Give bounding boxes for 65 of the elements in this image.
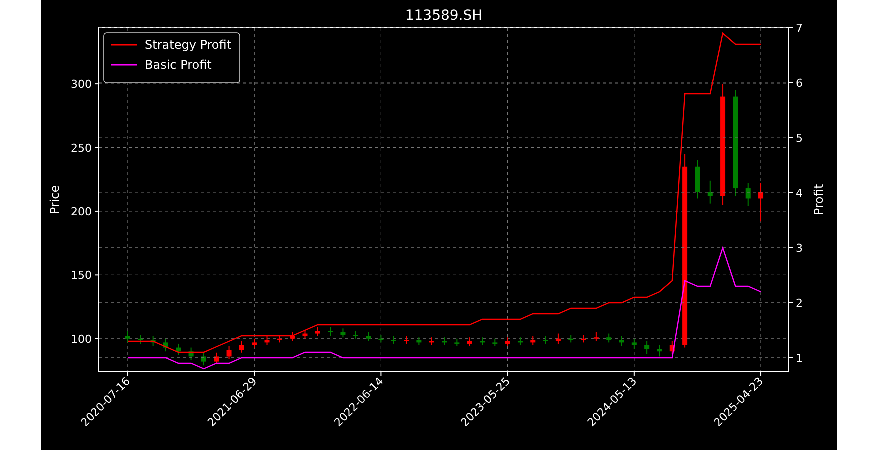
y-axis-label: Profit xyxy=(812,184,826,216)
candle xyxy=(543,336,548,344)
y-tick-label: 150 xyxy=(71,269,92,282)
candle xyxy=(505,337,510,348)
candle xyxy=(378,334,384,344)
y-tick-label: 5 xyxy=(796,132,803,145)
candle xyxy=(214,352,220,365)
y-tick-label: 200 xyxy=(71,205,92,218)
candle xyxy=(594,332,599,342)
candle xyxy=(442,337,447,346)
y-tick-label: 250 xyxy=(71,142,92,155)
candle xyxy=(315,326,320,337)
candle xyxy=(150,336,156,348)
candle xyxy=(239,340,244,354)
candle xyxy=(619,336,624,348)
candle xyxy=(492,338,498,348)
y-tick-label: 2 xyxy=(796,296,803,310)
y-tick-label: 300 xyxy=(71,78,92,92)
candle xyxy=(480,337,485,346)
candle xyxy=(518,337,523,346)
candle xyxy=(556,333,561,344)
candle xyxy=(290,332,296,342)
candle xyxy=(340,328,346,338)
candle xyxy=(454,338,460,348)
candle xyxy=(644,340,650,355)
candle xyxy=(632,338,637,350)
candle xyxy=(391,336,396,344)
candle xyxy=(695,160,700,200)
candle xyxy=(126,330,130,344)
candle xyxy=(467,337,472,348)
candle xyxy=(581,334,586,344)
candle xyxy=(188,347,194,362)
candle xyxy=(746,182,751,207)
candle xyxy=(353,330,358,340)
y-tick-label: 6 xyxy=(796,77,803,90)
candle xyxy=(264,336,270,346)
candle xyxy=(429,337,434,346)
candle xyxy=(758,182,764,222)
candle xyxy=(708,180,713,204)
chart-title: 113589.SH xyxy=(405,8,483,24)
y-tick-label: 3 xyxy=(796,242,803,255)
candle xyxy=(404,336,410,344)
candle xyxy=(657,344,662,358)
candle xyxy=(252,338,258,348)
candle xyxy=(366,332,372,342)
candle xyxy=(568,334,574,344)
candle xyxy=(530,336,536,346)
legend-label: Strategy Profit xyxy=(145,38,232,52)
candle xyxy=(328,326,334,337)
candle xyxy=(670,340,675,355)
y-tick-label: 1 xyxy=(796,352,803,365)
candle xyxy=(606,333,612,344)
candle xyxy=(163,338,168,352)
candle xyxy=(201,352,206,366)
candle xyxy=(416,337,422,346)
y-tick-label: 100 xyxy=(71,332,92,346)
candle xyxy=(277,334,282,344)
candle xyxy=(226,346,232,360)
legend-label: Basic Profit xyxy=(145,58,212,72)
y-tick-label: 7 xyxy=(796,22,803,35)
y-axis-label: Price xyxy=(48,185,62,215)
candle xyxy=(176,343,182,356)
candle xyxy=(302,329,308,340)
y-tick-label: 4 xyxy=(796,187,803,200)
candle xyxy=(138,334,144,344)
